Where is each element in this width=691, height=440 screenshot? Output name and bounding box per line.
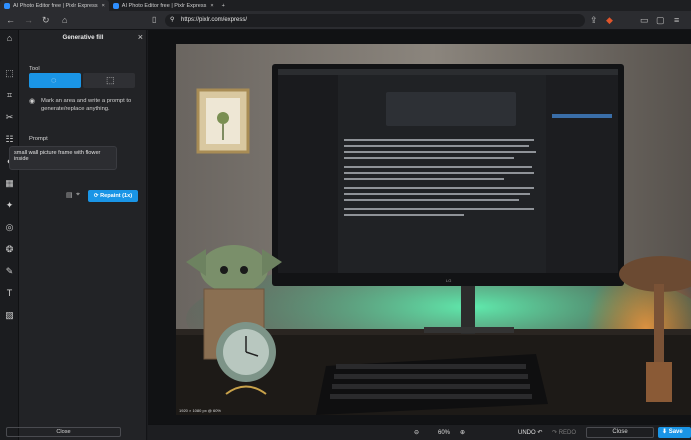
bottom-bar: ⊖ 60% ⊕ UNDO ↶ ↷ REDO Close ⬇ Save	[148, 424, 691, 440]
crop-icon[interactable]: ⌗	[3, 89, 16, 102]
brush-icon[interactable]: ✎	[3, 265, 16, 278]
prompt-input[interactable]: small wall picture frame with flower ins…	[9, 146, 117, 170]
browser-toolbar: ← → ↻ ⌂ ▯ ⚲ https://pixlr.com/express/ ⇪…	[0, 11, 691, 30]
liquify-icon[interactable]: ◎	[3, 221, 16, 234]
rectangle-tool-button[interactable]: ⬚	[83, 73, 135, 88]
browser-tab-bar: AI Photo Editor free | Pixlr Express × A…	[0, 0, 691, 11]
monitor-brand: LG	[446, 278, 451, 283]
browser-tab[interactable]: AI Photo Editor free | Pixlr Express ×	[109, 0, 218, 11]
bookmark-icon[interactable]: ▯	[152, 15, 156, 25]
new-tab-icon[interactable]: +	[218, 0, 229, 11]
pattern-icon[interactable]: ▨	[3, 309, 16, 322]
browser-tab-title: AI Photo Editor free | Pixlr Express	[121, 2, 207, 9]
repaint-label: Repaint (1x)	[100, 193, 133, 199]
share-icon[interactable]: ⇪	[590, 15, 598, 25]
close-button[interactable]: Close	[586, 427, 654, 438]
ai-icon[interactable]: ✦	[3, 199, 16, 212]
save-icon: ⬇	[662, 429, 668, 435]
redo-icon: ↷	[552, 430, 558, 436]
arrange-icon[interactable]: ⬚	[3, 67, 16, 80]
info-icon: ◉	[29, 98, 36, 105]
prompt-label: Prompt	[29, 136, 48, 142]
image-info: 1920 × 1080 px @ 60%	[179, 408, 221, 413]
lasso-icon: ◌	[51, 75, 57, 85]
text-icon[interactable]: T	[3, 287, 16, 300]
hint-text: Mark an area and write a prompt to gener…	[41, 98, 132, 112]
undo-button[interactable]: UNDO ↶	[518, 428, 542, 438]
close-tab-icon[interactable]: ×	[210, 3, 213, 9]
browser-tab-active[interactable]: AI Photo Editor free | Pixlr Express ×	[0, 0, 109, 11]
brave-shield-icon[interactable]: ◆	[606, 15, 613, 25]
save-button[interactable]: ⬇ Save	[658, 427, 691, 438]
cutout-icon[interactable]: ✂	[3, 111, 16, 124]
close-icon[interactable]: ×	[138, 32, 143, 42]
pixlr-favicon-icon	[112, 2, 119, 9]
generative-fill-panel: Generative fill × Tool ◌ ⬚ ◉ Mark an are…	[19, 30, 147, 440]
zoom-in-icon[interactable]: ⊕	[460, 428, 465, 438]
save-label: Save	[668, 429, 683, 435]
repaint-button[interactable]: ⟳ Repaint (1x)	[88, 190, 138, 202]
panel-close-button[interactable]: Close	[6, 427, 121, 437]
browser-menu-icon[interactable]: ≡	[674, 15, 679, 25]
retouch-icon[interactable]: ❂	[3, 243, 16, 256]
back-icon[interactable]: ←	[6, 15, 15, 25]
tool-rail: ⌂ ⬚ ⌗ ✂ ☷ ◐ ▦ ✦ ◎ ❂ ✎ T ▨	[0, 30, 19, 440]
wallet-icon[interactable]: ▢	[656, 15, 665, 25]
reload-icon[interactable]: ↻	[42, 15, 50, 25]
close-tab-icon[interactable]: ×	[102, 3, 105, 9]
panel-title: Generative fill	[62, 34, 104, 41]
undo-label: UNDO	[518, 430, 536, 436]
photo-scene: LG	[176, 44, 691, 415]
zoom-level[interactable]: 60%	[438, 428, 450, 438]
redo-label: REDO	[558, 430, 577, 436]
home-icon[interactable]: ⌂	[62, 15, 67, 25]
tool-label: Tool	[29, 66, 40, 72]
url-text: https://pixlr.com/express/	[181, 17, 248, 23]
address-bar[interactable]: ⚲ https://pixlr.com/express/	[165, 14, 585, 27]
adjust-icon[interactable]: ☷	[3, 133, 16, 146]
location-icon[interactable]: ⌖	[76, 191, 80, 199]
site-info-icon[interactable]: ⚲	[170, 14, 174, 27]
lasso-tool-button[interactable]: ◌	[29, 73, 81, 88]
zoom-out-icon[interactable]: ⊖	[414, 428, 419, 438]
undo-icon: ↶	[537, 430, 543, 436]
home-icon[interactable]: ⌂	[3, 32, 16, 45]
redo-button[interactable]: ↷ REDO	[552, 428, 576, 438]
effect-icon[interactable]: ▦	[3, 177, 16, 190]
browser-tab-title: AI Photo Editor free | Pixlr Express	[13, 2, 98, 9]
edited-photo[interactable]: LG 1920 × 1080 px @ 60%	[176, 44, 691, 415]
rectangle-select-icon: ⬚	[106, 75, 115, 85]
gallery-icon[interactable]: ▤	[66, 191, 73, 199]
forward-icon[interactable]: →	[24, 15, 33, 25]
pixlr-favicon-icon	[4, 2, 10, 9]
sidebar-icon[interactable]: ▭	[640, 15, 649, 25]
lego-figure	[200, 245, 268, 293]
